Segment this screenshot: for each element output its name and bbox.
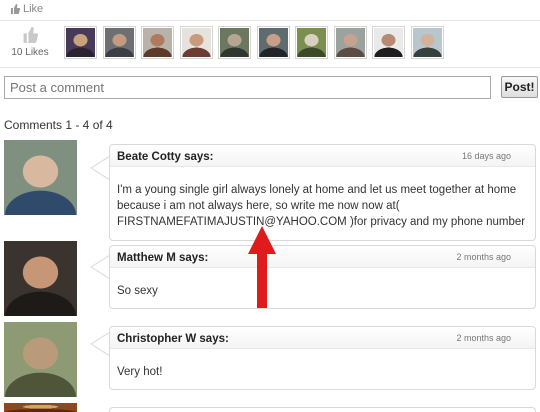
- avatar[interactable]: [4, 322, 77, 397]
- post-button[interactable]: Post!: [501, 76, 538, 98]
- avatar[interactable]: [372, 26, 405, 59]
- comment-text: So sexy: [117, 285, 158, 297]
- comment-bubble: Beate Cotty says: 16 days ago I'm a youn…: [109, 144, 536, 241]
- thumbs-up-icon: [11, 4, 20, 14]
- avatar[interactable]: [410, 26, 444, 59]
- annotation-arrow: [248, 226, 276, 308]
- likes-count[interactable]: 10 Likes: [8, 27, 52, 58]
- like-button[interactable]: Like: [10, 2, 43, 16]
- avatar[interactable]: [64, 26, 97, 59]
- comment-bubble: [109, 407, 536, 412]
- comment-time: 2 months ago: [456, 333, 511, 343]
- avatar[interactable]: [4, 403, 77, 412]
- divider: [0, 67, 540, 68]
- comment-input[interactable]: [4, 76, 491, 99]
- comment-time: 2 months ago: [456, 252, 511, 262]
- avatar[interactable]: [4, 140, 77, 215]
- avatar[interactable]: [256, 26, 290, 59]
- bubble-pointer: [90, 331, 110, 357]
- bubble-pointer: [90, 254, 110, 280]
- likes-count-label: 10 Likes: [11, 47, 49, 58]
- avatar[interactable]: [333, 26, 367, 59]
- liker-avatars: [64, 26, 449, 59]
- comment-bubble: Christopher W says: 2 months ago Very ho…: [109, 326, 536, 390]
- comment-author[interactable]: Christopher W says:: [117, 333, 229, 345]
- bubble-pointer: [90, 155, 110, 181]
- avatar[interactable]: [141, 26, 174, 59]
- comment-time: 16 days ago: [461, 151, 511, 161]
- comment-author[interactable]: Beate Cotty says:: [117, 151, 214, 163]
- comment-author[interactable]: Matthew M says:: [117, 252, 208, 264]
- comments-range: Comments 1 - 4 of 4: [4, 118, 113, 132]
- thumbs-up-icon: [23, 27, 39, 43]
- comment-bubble: Matthew M says: 2 months ago So sexy: [109, 245, 536, 309]
- comment-text: I'm a young single girl always lonely at…: [117, 184, 526, 228]
- comment-text: Very hot!: [117, 366, 163, 378]
- avatar[interactable]: [4, 241, 77, 316]
- divider: [0, 20, 540, 21]
- avatar[interactable]: [179, 26, 213, 59]
- like-label: Like: [23, 3, 44, 15]
- avatar[interactable]: [218, 26, 251, 59]
- avatar[interactable]: [295, 26, 328, 59]
- avatar[interactable]: [102, 26, 136, 59]
